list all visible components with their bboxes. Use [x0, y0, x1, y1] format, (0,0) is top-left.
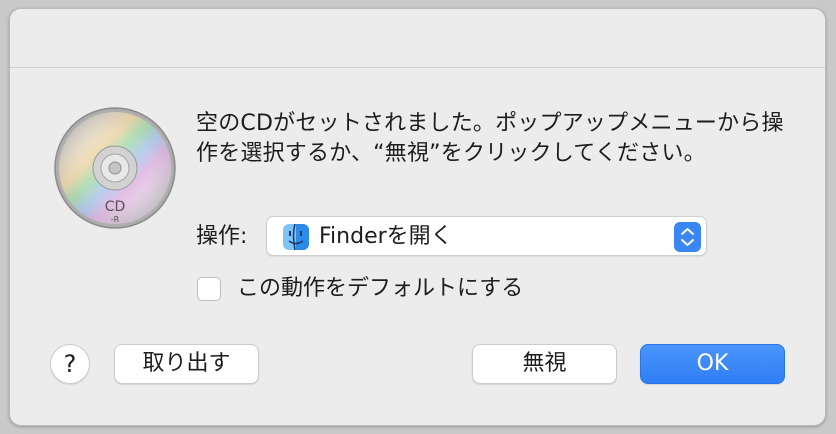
help-button[interactable]: ?	[50, 344, 90, 384]
default-action-checkbox-label[interactable]: この動作をデフォルトにする	[237, 274, 523, 304]
cd-r-disc-icon: CD -R	[54, 107, 176, 229]
popup-chevron-updown-icon	[674, 222, 701, 252]
action-popup-menu[interactable]: Finderを開く	[266, 216, 707, 256]
default-action-checkbox[interactable]	[197, 277, 221, 301]
dialog-message: 空のCDがセットされました。ポップアップメニューから操作を選択するか、“無視”を…	[196, 111, 784, 166]
finder-icon	[283, 223, 309, 251]
action-label: 操作:	[196, 224, 248, 249]
disc-sublabel: -R	[111, 215, 120, 224]
ok-button[interactable]: OK	[640, 344, 785, 384]
disc-label: CD	[105, 199, 126, 215]
dialog-titlebar	[10, 9, 825, 68]
action-popup-value: Finderを開く	[319, 224, 453, 249]
cd-inserted-dialog: CD -R 空のCDがセットされました。ポップアップメニューから操作を選択するか…	[9, 8, 826, 426]
eject-button[interactable]: 取り出す	[114, 344, 259, 384]
ignore-button[interactable]: 無視	[472, 344, 617, 384]
